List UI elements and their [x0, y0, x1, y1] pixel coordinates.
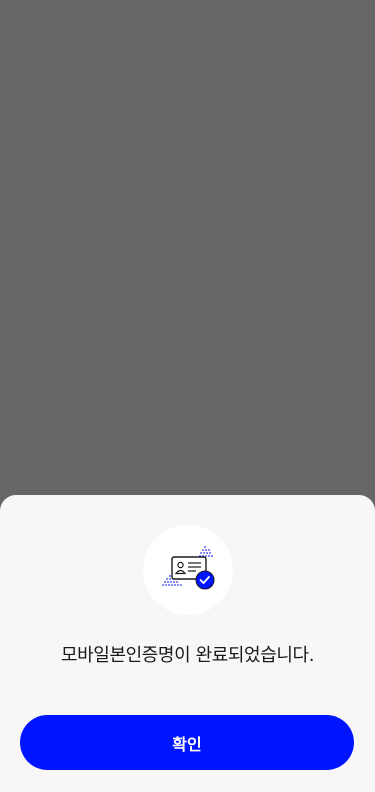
confirm-button[interactable]: 확인: [20, 715, 354, 770]
completion-message: 모바일본인증명이 완료되었습니다.: [60, 645, 315, 666]
bottom-sheet: 모바일본인증명이 완료되었습니다. 확인: [0, 495, 375, 792]
id-card-verified-icon: [143, 525, 233, 615]
